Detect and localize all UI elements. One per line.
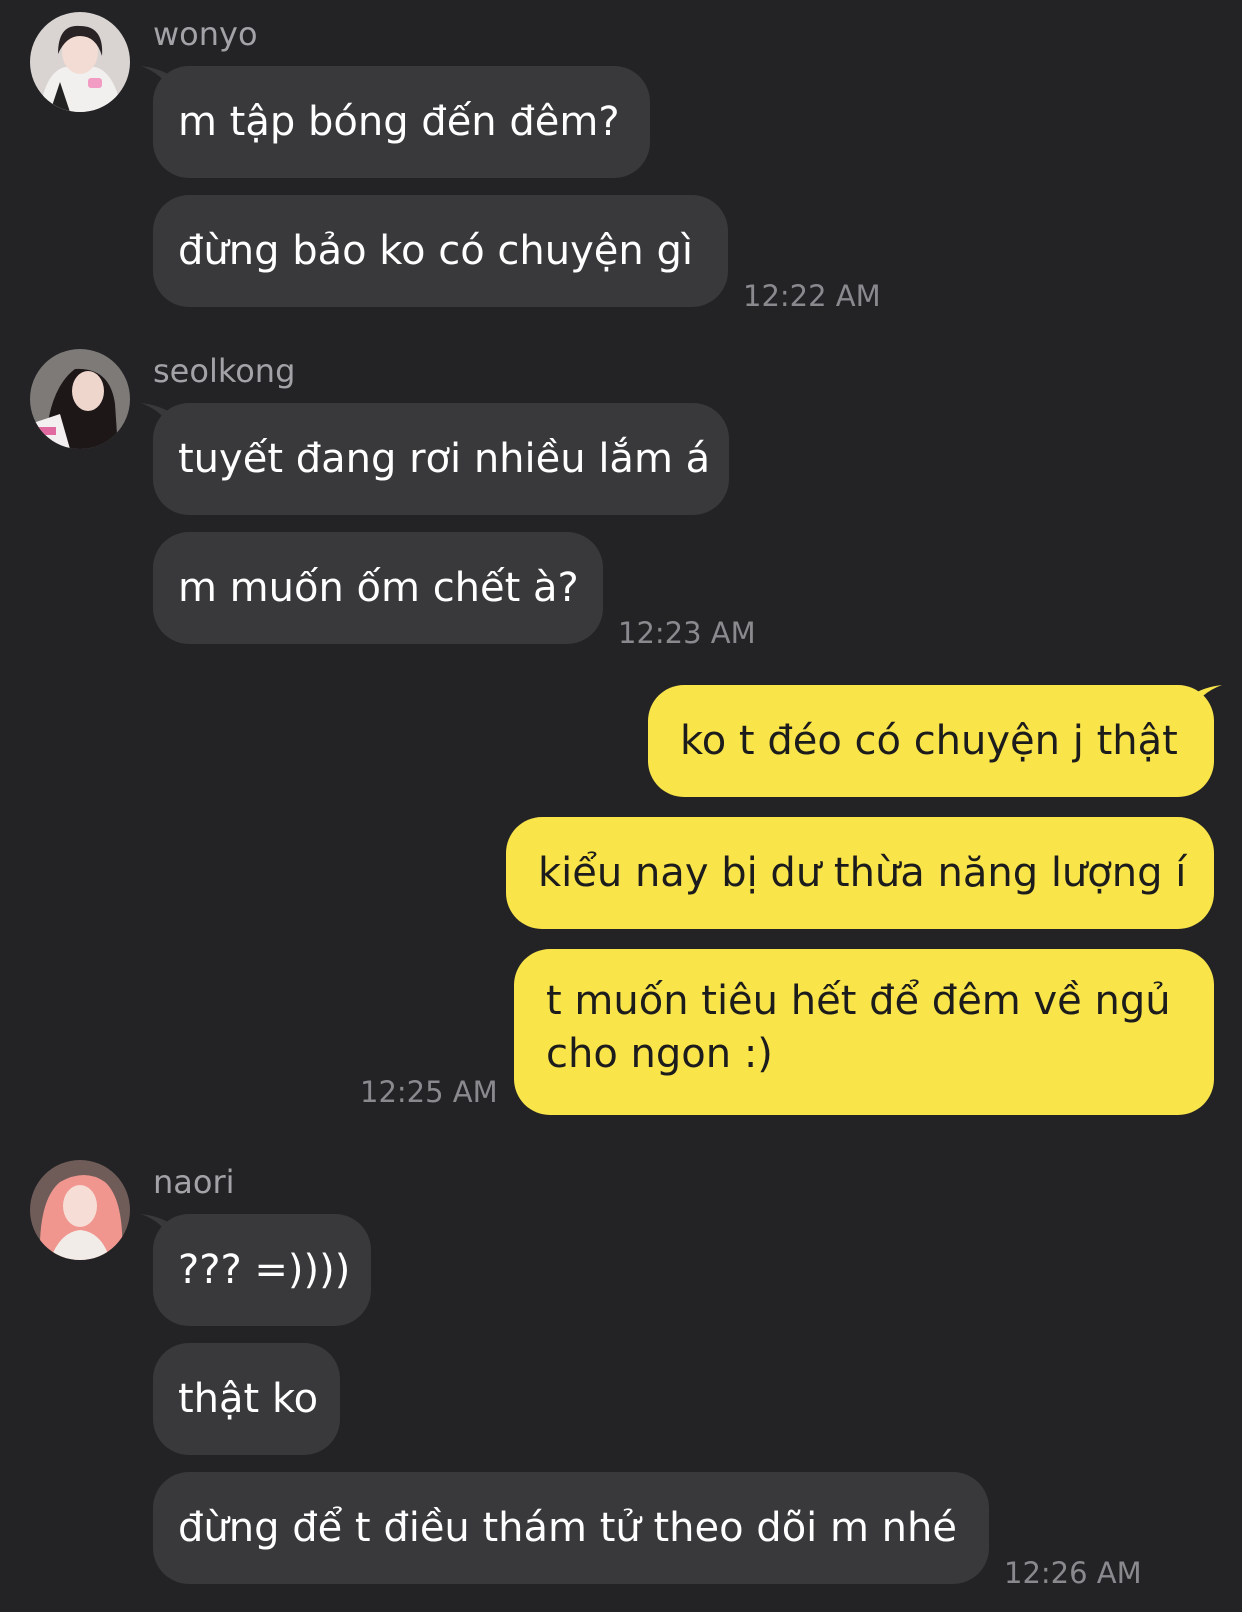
message-bubble-outgoing[interactable]: t muốn tiêu hết để đêm về ngủ cho ngon :… bbox=[514, 949, 1214, 1115]
message-bubble[interactable]: m tập bóng đến đêm? bbox=[153, 66, 650, 178]
message-bubble[interactable]: đừng để t điều thám tử theo dõi m nhé bbox=[153, 1472, 989, 1584]
message-timestamp: 12:25 AM bbox=[360, 1075, 498, 1109]
message-bubble[interactable]: ??? =)))) bbox=[153, 1214, 371, 1326]
message-timestamp: 12:23 AM bbox=[618, 616, 756, 650]
sender-name: seolkong bbox=[153, 352, 296, 390]
message-bubble[interactable]: tuyết đang rơi nhiều lắm á bbox=[153, 403, 729, 515]
avatar-wonyo[interactable] bbox=[30, 12, 130, 112]
profile-photo-icon bbox=[30, 1160, 130, 1260]
sender-name: naori bbox=[153, 1163, 235, 1201]
message-bubble[interactable]: thật ko bbox=[153, 1343, 340, 1455]
sender-name: wonyo bbox=[153, 15, 258, 53]
message-bubble[interactable]: đừng bảo ko có chuyện gì bbox=[153, 195, 728, 307]
message-bubble-outgoing[interactable]: kiểu nay bị dư thừa năng lượng í bbox=[506, 817, 1214, 929]
profile-photo-icon bbox=[30, 12, 130, 112]
message-bubble-outgoing[interactable]: ko t đéo có chuyện j thật bbox=[648, 685, 1214, 797]
profile-photo-icon bbox=[30, 349, 130, 449]
message-timestamp: 12:22 AM bbox=[743, 279, 881, 313]
avatar-naori[interactable] bbox=[30, 1160, 130, 1260]
message-bubble[interactable]: m muốn ốm chết à? bbox=[153, 532, 603, 644]
avatar-seolkong[interactable] bbox=[30, 349, 130, 449]
message-timestamp: 12:26 AM bbox=[1004, 1556, 1142, 1590]
